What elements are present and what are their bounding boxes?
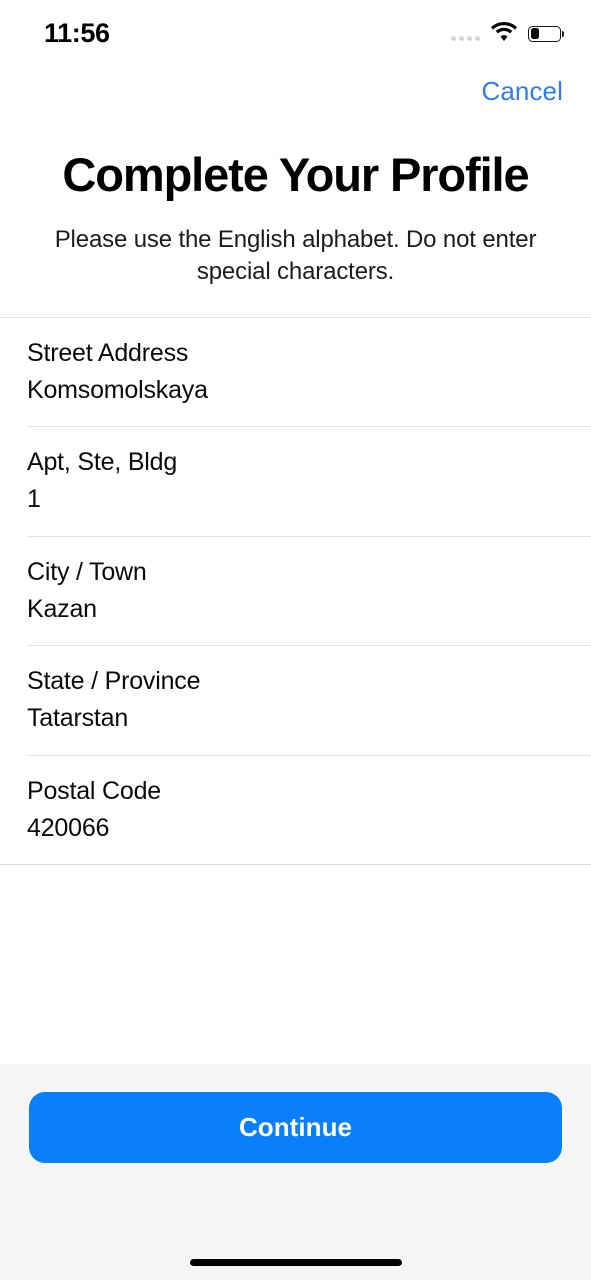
navigation-bar: Cancel xyxy=(0,62,591,120)
field-label: State / Province xyxy=(27,667,201,696)
field-apt-ste-bldg[interactable]: Apt, Ste, Bldg 1 xyxy=(27,426,591,536)
home-indicator[interactable] xyxy=(189,1259,402,1266)
cancel-button[interactable]: Cancel xyxy=(481,76,563,107)
field-label: Apt, Ste, Bldg xyxy=(27,448,178,477)
field-postal-code[interactable]: Postal Code 420066 xyxy=(27,754,591,865)
continue-button[interactable]: Continue xyxy=(29,1092,562,1163)
battery-icon xyxy=(528,25,561,42)
signal-dots-icon xyxy=(451,27,480,41)
field-state-province[interactable]: State / Province Tatarstan xyxy=(27,645,591,755)
wifi-icon xyxy=(491,21,517,46)
field-label: City / Town xyxy=(27,557,147,586)
field-value[interactable]: Kazan xyxy=(27,593,564,626)
footer-bar: Continue xyxy=(0,1064,591,1280)
field-value[interactable]: Komsomolskaya xyxy=(27,374,564,407)
status-bar-icons xyxy=(451,21,561,46)
field-city-town[interactable]: City / Town Kazan xyxy=(27,535,591,646)
phone-screen: 11:56 Cancel Complete Your Profile Pleas… xyxy=(0,0,591,1280)
status-bar-time: 11:56 xyxy=(44,17,110,48)
status-bar: 11:56 xyxy=(0,0,591,62)
field-street-address[interactable]: Street Address Komsomolskaya xyxy=(0,318,591,427)
header-block: Complete Your Profile Please use the Eng… xyxy=(0,120,591,288)
field-value[interactable]: Tatarstan xyxy=(27,702,564,735)
field-value[interactable]: 1 xyxy=(27,483,564,516)
address-form: Street Address Komsomolskaya Apt, Ste, B… xyxy=(0,316,591,866)
field-label: Postal Code xyxy=(27,776,161,805)
page-title: Complete Your Profile xyxy=(62,148,529,201)
field-label: Street Address xyxy=(27,338,189,367)
content-spacer xyxy=(0,865,591,1064)
page-subtitle: Please use the English alphabet. Do not … xyxy=(54,225,537,285)
field-value[interactable]: 420066 xyxy=(27,812,564,845)
